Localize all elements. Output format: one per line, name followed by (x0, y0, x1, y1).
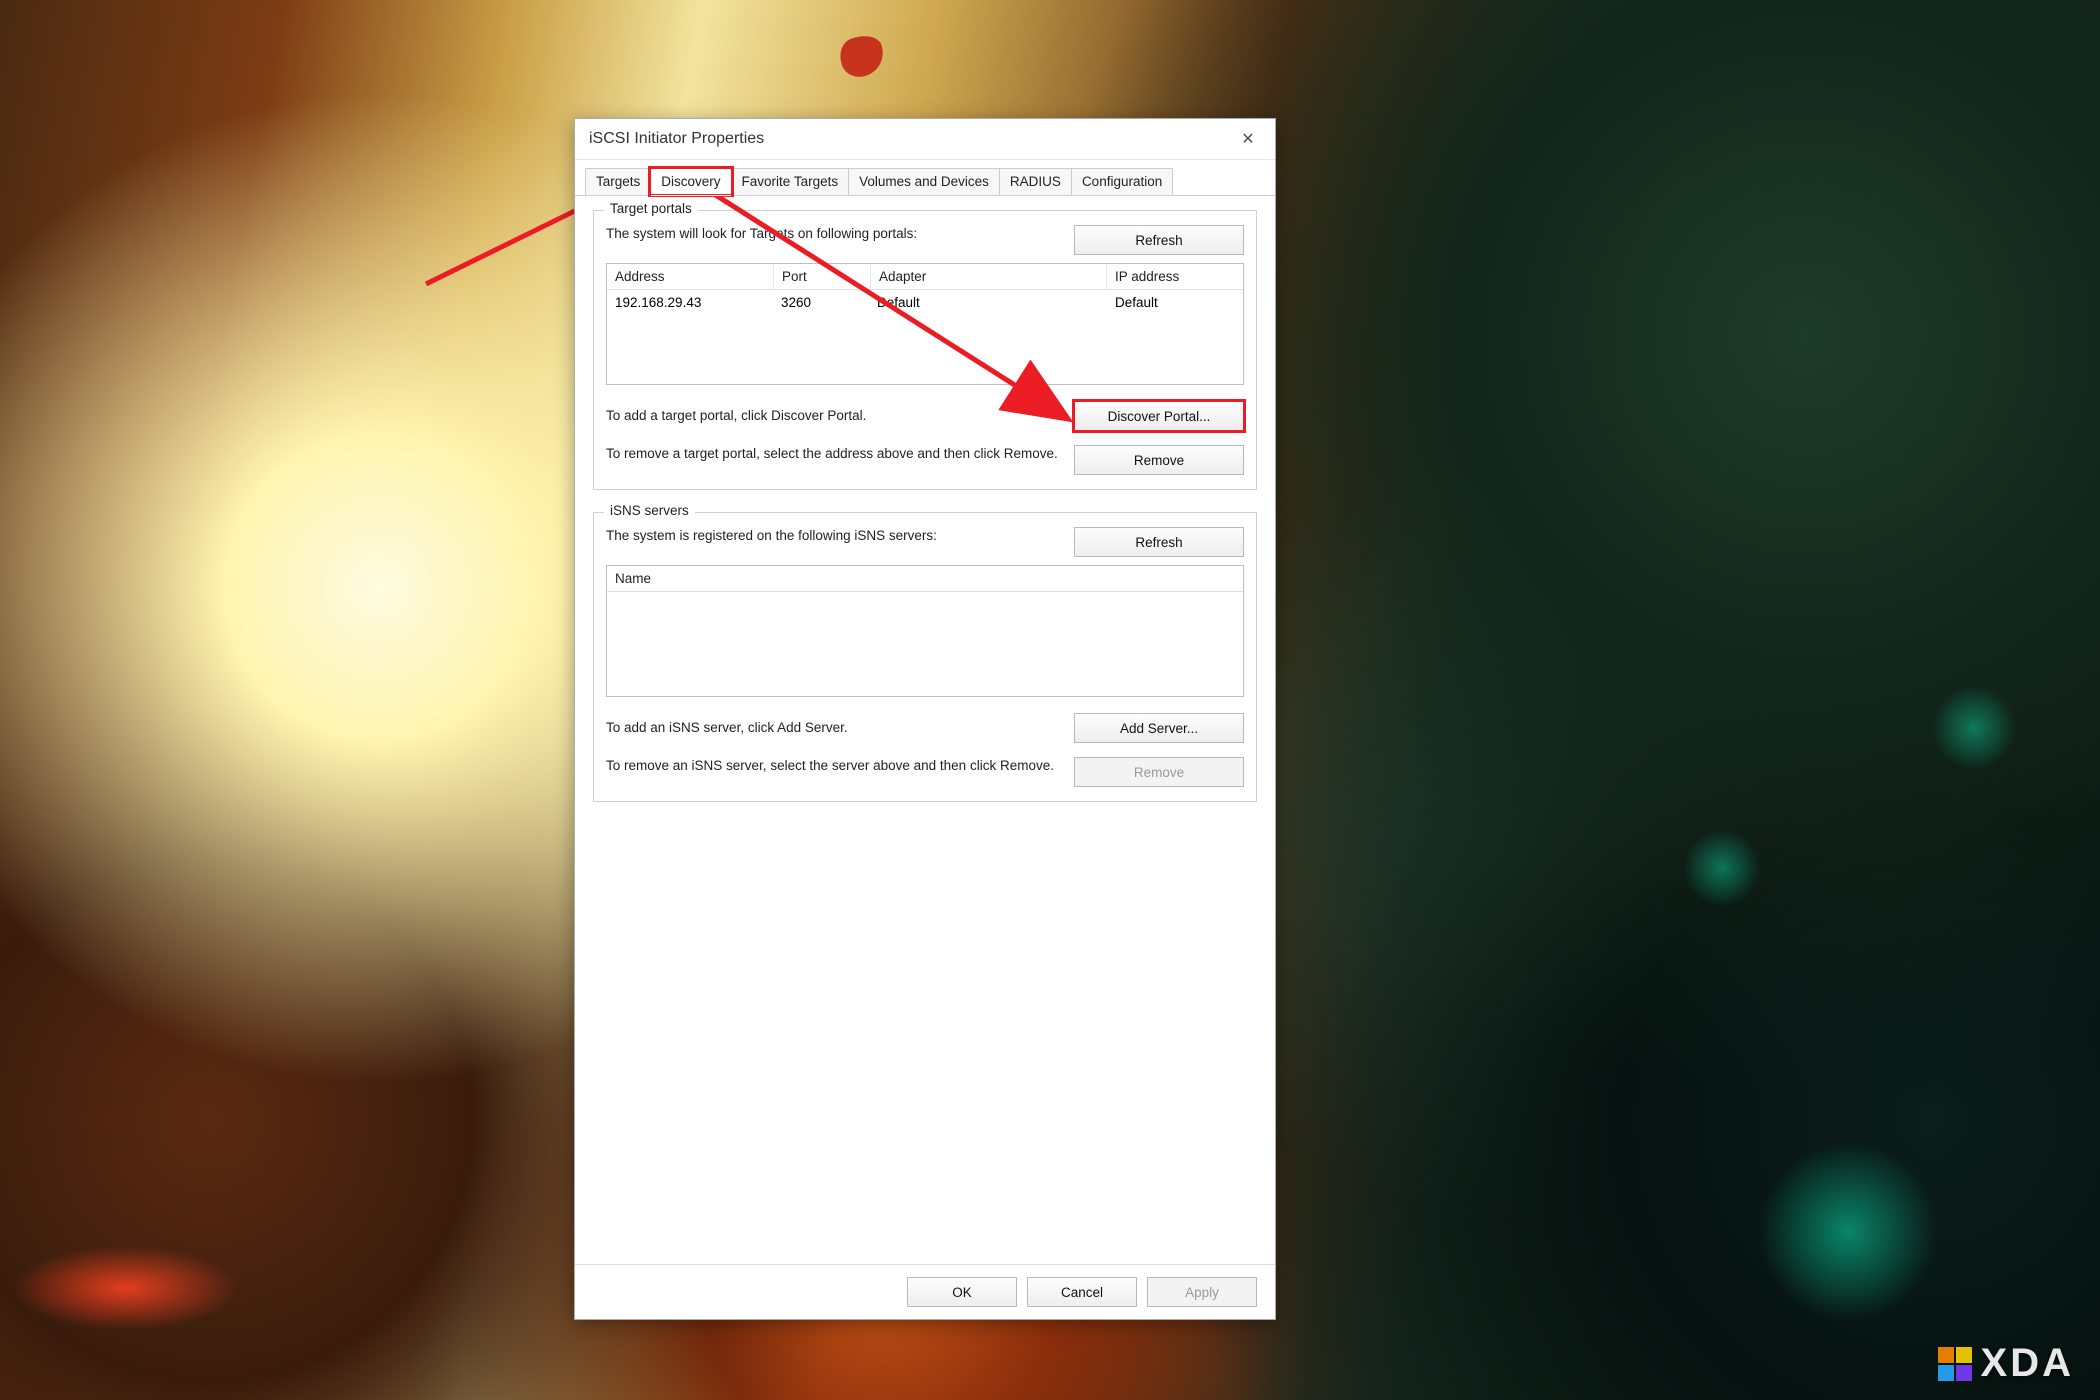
discover-portal-button[interactable]: Discover Portal... (1074, 401, 1244, 431)
refresh-portals-button[interactable]: Refresh (1074, 225, 1244, 255)
table-header: Name (607, 566, 1243, 592)
remove-isns-server-button[interactable]: Remove (1074, 757, 1244, 787)
group-isns-servers: iSNS servers The system is registered on… (593, 512, 1257, 802)
close-icon: ✕ (1241, 129, 1254, 149)
dialog-footer: OK Cancel Apply (575, 1264, 1275, 1319)
remove-portal-desc: To remove a target portal, select the ad… (606, 445, 1060, 463)
tab-favorite-targets[interactable]: Favorite Targets (731, 168, 850, 195)
cell-adapter: Default (869, 290, 1107, 315)
tab-discovery[interactable]: Discovery (650, 168, 731, 195)
window-title: iSCSI Initiator Properties (589, 130, 764, 148)
xda-watermark: XDA (1937, 1341, 2074, 1386)
cell-address: 192.168.29.43 (607, 290, 773, 315)
table-row[interactable]: 192.168.29.43 3260 Default Default (607, 290, 1243, 315)
col-name: Name (607, 566, 1243, 591)
close-button[interactable]: ✕ (1229, 125, 1267, 153)
apply-button[interactable]: Apply (1147, 1277, 1257, 1307)
cancel-button[interactable]: Cancel (1027, 1277, 1137, 1307)
table-header: Address Port Adapter IP address (607, 264, 1243, 290)
group-target-portals: Target portals The system will look for … (593, 210, 1257, 490)
add-isns-server-button[interactable]: Add Server... (1074, 713, 1244, 743)
refresh-isns-button[interactable]: Refresh (1074, 527, 1244, 557)
col-address: Address (607, 264, 774, 289)
tab-configuration[interactable]: Configuration (1071, 168, 1173, 195)
isns-servers-list[interactable]: Name (606, 565, 1244, 697)
cell-ip: Default (1107, 290, 1243, 315)
group-legend-target-portals: Target portals (604, 201, 698, 216)
col-port: Port (774, 264, 871, 289)
tab-strip: Targets Discovery Favorite Targets Volum… (575, 160, 1275, 196)
watermark-text: XDA (1981, 1341, 2074, 1386)
target-portals-list[interactable]: Address Port Adapter IP address 192.168.… (606, 263, 1244, 385)
tab-targets[interactable]: Targets (585, 168, 651, 195)
col-adapter: Adapter (871, 264, 1107, 289)
xda-logo-icon (1937, 1346, 1973, 1382)
group-legend-isns: iSNS servers (604, 503, 695, 518)
tab-volumes-devices[interactable]: Volumes and Devices (848, 168, 1000, 195)
add-isns-desc: To add an iSNS server, click Add Server. (606, 719, 1060, 737)
target-portals-desc: The system will look for Targets on foll… (606, 225, 1060, 243)
isns-desc: The system is registered on the followin… (606, 527, 1060, 545)
iscsi-properties-dialog: iSCSI Initiator Properties ✕ Targets Dis… (574, 118, 1276, 1320)
ok-button[interactable]: OK (907, 1277, 1017, 1307)
tab-radius[interactable]: RADIUS (999, 168, 1072, 195)
remove-isns-desc: To remove an iSNS server, select the ser… (606, 757, 1060, 775)
titlebar: iSCSI Initiator Properties ✕ (575, 119, 1275, 160)
add-portal-desc: To add a target portal, click Discover P… (606, 407, 1060, 425)
remove-portal-button[interactable]: Remove (1074, 445, 1244, 475)
cell-port: 3260 (773, 290, 869, 315)
col-ip: IP address (1107, 264, 1243, 289)
